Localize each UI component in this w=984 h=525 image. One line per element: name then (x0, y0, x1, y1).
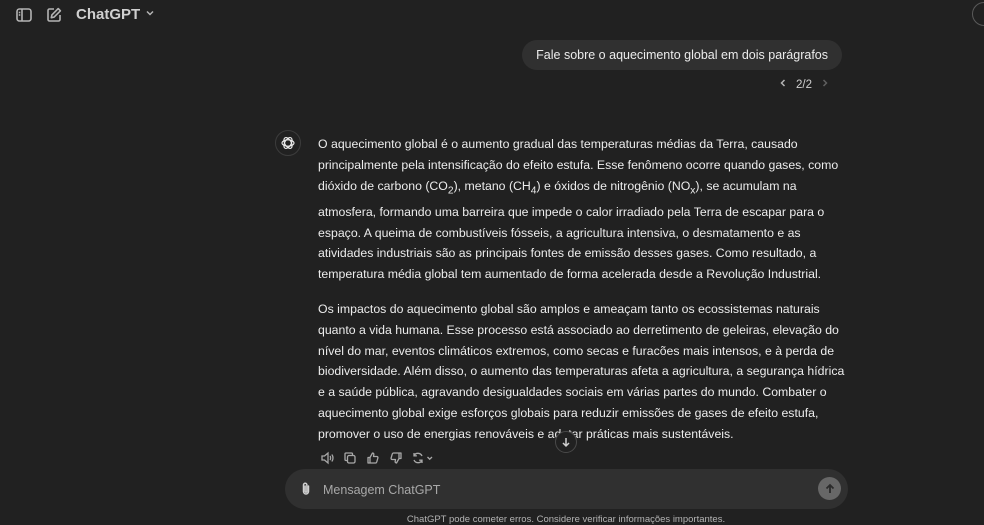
chatgpt-logo-icon (275, 130, 301, 156)
chevron-down-icon (144, 6, 156, 23)
response-pager: 2/2 (778, 78, 830, 91)
model-selector[interactable]: ChatGPT (76, 6, 156, 23)
chevron-right-icon[interactable] (820, 78, 830, 91)
assistant-message: O aquecimento global é o aumento gradual… (318, 134, 848, 459)
profile-avatar[interactable] (972, 2, 984, 26)
user-message: Fale sobre o aquecimento global em dois … (522, 40, 842, 70)
sidebar-icon[interactable] (14, 5, 34, 25)
thumbs-down-icon[interactable] (387, 449, 404, 466)
message-input[interactable] (321, 478, 805, 502)
new-chat-icon[interactable] (44, 5, 64, 25)
scroll-down-arrow-icon[interactable] (555, 431, 577, 453)
chevron-left-icon[interactable] (778, 78, 788, 91)
answer-paragraph-1: O aquecimento global é o aumento gradual… (318, 137, 839, 282)
model-name: ChatGPT (76, 6, 141, 23)
top-bar: ChatGPT (0, 0, 984, 30)
message-actions (318, 449, 436, 466)
regenerate-icon[interactable] (410, 449, 436, 466)
paperclip-icon[interactable] (297, 480, 315, 498)
thumbs-up-icon[interactable] (364, 449, 381, 466)
send-arrow-icon[interactable] (818, 477, 841, 500)
copy-icon[interactable] (341, 449, 358, 466)
pager-count: 2/2 (796, 78, 812, 91)
message-composer (285, 469, 848, 509)
answer-paragraph-2: Os impactos do aquecimento global são am… (318, 302, 845, 441)
read-aloud-icon[interactable] (318, 449, 335, 466)
disclaimer: ChatGPT pode cometer erros. Considere ve… (406, 514, 726, 525)
